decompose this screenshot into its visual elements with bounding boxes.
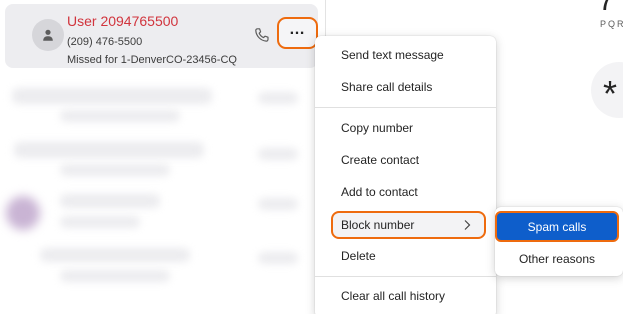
blurred-call-list [0,76,326,314]
list-item [0,82,326,136]
submenu-item-spam-calls[interactable]: Spam calls [495,211,619,242]
person-icon [43,29,53,41]
dialpad-key-7-digit[interactable]: 7 [598,0,615,18]
list-item [0,240,326,294]
menu-item-block-number[interactable]: Block number [331,211,486,239]
menu-item-delete[interactable]: Delete [315,240,496,272]
menu-item-send-text-message[interactable]: Send text message [315,39,496,71]
menu-item-add-to-contact[interactable]: Add to contact [315,176,496,208]
submenu-item-other-reasons[interactable]: Other reasons [495,245,619,273]
more-options-button[interactable]: … [277,17,318,49]
list-item [0,136,326,190]
dialpad-key-7-letters: PQRS [600,19,623,29]
menu-item-create-contact[interactable]: Create contact [315,144,496,176]
call-back-button[interactable] [251,24,273,46]
avatar [32,19,64,51]
caller-name: User 2094765500 [67,13,179,29]
menu-item-clear-all-call-history[interactable]: Clear all call history [315,280,496,312]
list-item [0,186,326,240]
star-label: * [603,73,618,114]
chevron-right-icon [464,220,471,230]
call-history-entry[interactable]: User 2094765500 (209) 476-5500 Missed fo… [5,4,318,68]
call-context-menu: Send text message Share call details Cop… [315,36,496,314]
call-history-panel: User 2094765500 (209) 476-5500 Missed fo… [0,0,326,314]
block-number-label: Block number [341,218,415,232]
ellipsis-icon: … [289,21,306,38]
menu-item-copy-number[interactable]: Copy number [315,112,496,144]
menu-divider [315,276,496,277]
phone-icon [255,28,269,42]
dialpad-key-star[interactable]: * [591,62,623,118]
menu-divider [315,107,496,108]
block-number-submenu: Spam calls Other reasons [495,207,623,276]
menu-item-share-call-details[interactable]: Share call details [315,71,496,103]
missed-call-info: Missed for 1-DenverCO-23456-CQ [67,54,237,66]
caller-phone-number: (209) 476-5500 [67,36,143,48]
